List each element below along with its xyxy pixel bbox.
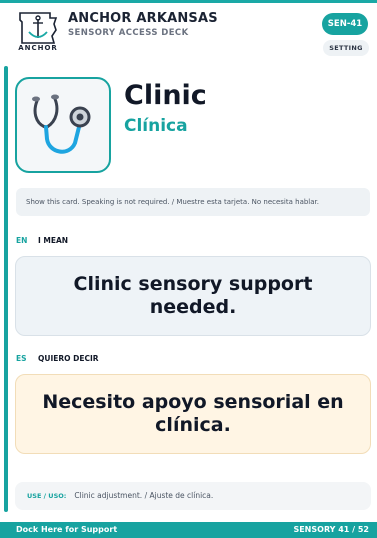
spanish-phrase-card: Necesito apoyo sensorial en clínica. [15,374,371,454]
footer-support-link[interactable]: Dock Here for Support [16,522,117,538]
use-row: USE / USO: Clinic adjustment. / Ajuste de… [15,482,371,510]
brand-title: ANCHOR ARKANSAS [68,11,218,26]
english-phrase: Clinic sensory support needed. [73,273,313,318]
footer-bar: Dock Here for Support SENSORY 41 / 52 [0,522,377,538]
card-code-badge: SEN-41 [322,13,368,35]
category-badge: SETTING [323,40,369,56]
instruction-note: Show this card. Speaking is not required… [16,188,370,216]
english-code: EN [16,236,28,245]
card-title-english: Clinic [124,80,207,111]
english-label-row: EN I MEAN [16,236,68,248]
spanish-label-row: ES QUIERO DECIR [16,354,99,366]
brand-subtitle: SENSORY ACCESS DECK [68,28,189,38]
card-title-spanish: Clínica [124,116,188,136]
footer-page-indicator: SENSORY 41 / 52 [293,525,369,534]
spanish-code: ES [16,354,27,363]
spanish-phrase: Necesito apoyo sensorial en clínica. [42,391,344,436]
left-accent-bar [4,66,8,512]
stethoscope-icon [32,94,91,154]
card-icon-frame [15,77,111,173]
use-text: Clinic adjustment. / Ajuste de clínica. [74,491,214,500]
logo-text: ANCHOR [18,44,58,52]
header: ANCHOR ANCHOR ARKANSAS SENSORY ACCESS DE… [0,3,377,61]
english-phrase-card: Clinic sensory support needed. [15,256,371,336]
english-label: I MEAN [38,236,69,245]
use-label: USE / USO: [27,492,67,500]
spanish-label: QUIERO DECIR [38,354,99,363]
